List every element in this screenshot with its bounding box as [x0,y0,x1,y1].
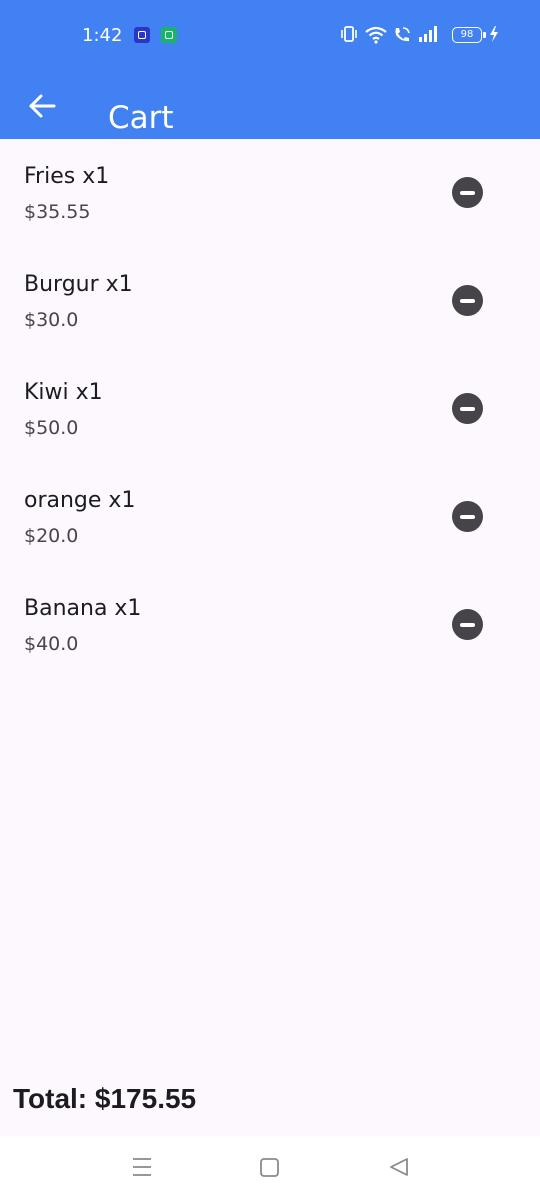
list-item: Fries x1 $35.55 [0,139,540,247]
remove-item-button[interactable] [452,501,483,532]
item-name: Banana x1 [24,596,142,621]
item-name: Burgur x1 [24,272,133,297]
status-bar: 1:42 98 [0,0,540,70]
back-triangle-icon [390,1158,408,1176]
battery-nub [483,32,486,38]
cart-list: Fries x1 $35.55 Burgur x1 $30.0 Kiwi x1 … [0,139,540,679]
remove-circle-icon [460,623,475,627]
back-button[interactable] [22,80,66,124]
remove-item-button[interactable] [452,177,483,208]
battery-icon: 98 [452,27,482,43]
remove-circle-icon [460,191,475,195]
wifi-call-icon [395,27,410,42]
home-icon [260,1158,279,1177]
signal-icon [419,26,437,42]
status-time: 1:42 [82,25,123,46]
arrow-back-icon [29,94,56,118]
system-back-button[interactable] [386,1154,412,1180]
app-bar: Cart [0,70,540,139]
item-price: $40.0 [24,633,79,655]
list-item: orange x1 $20.0 [0,463,540,571]
remove-circle-icon [460,407,475,411]
menu-icon [133,1158,151,1176]
remove-circle-icon [460,299,475,303]
menu-button[interactable] [129,1154,155,1180]
item-price: $35.55 [24,201,91,223]
wifi-icon [365,26,387,44]
list-item: Kiwi x1 $50.0 [0,355,540,463]
system-nav-bar [0,1136,540,1200]
list-item: Banana x1 $40.0 [0,571,540,679]
vibrate-icon [341,26,357,42]
app-notification-icon [134,27,150,43]
charging-icon [490,26,498,42]
status-icons: 98 [340,25,500,47]
item-price: $50.0 [24,417,79,439]
cart-total: Total: $175.55 [13,1083,197,1114]
item-name: orange x1 [24,488,136,513]
item-name: Kiwi x1 [24,380,103,405]
item-price: $30.0 [24,309,79,331]
list-item: Burgur x1 $30.0 [0,247,540,355]
item-name: Fries x1 [24,164,110,189]
page-title: Cart [108,99,174,136]
item-price: $20.0 [24,525,79,547]
home-button[interactable] [257,1154,283,1180]
remove-item-button[interactable] [452,393,483,424]
remove-item-button[interactable] [452,285,483,316]
app-notification-icon [161,27,177,43]
remove-item-button[interactable] [452,609,483,640]
remove-circle-icon [460,515,475,519]
